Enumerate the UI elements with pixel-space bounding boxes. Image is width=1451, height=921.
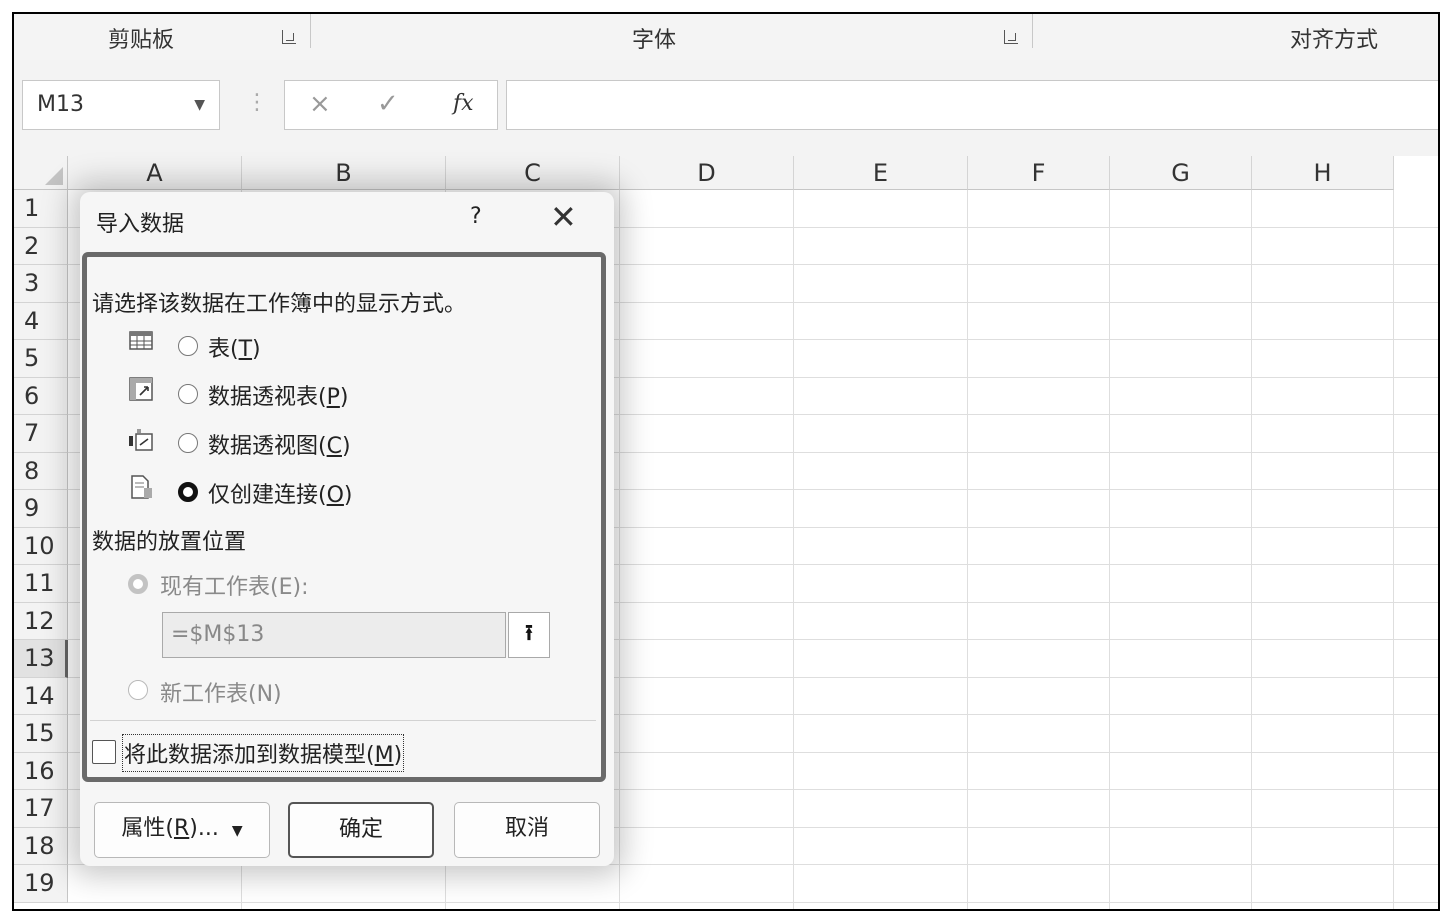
row-header-7[interactable]: 7 bbox=[14, 415, 68, 453]
row-header-12[interactable]: 12 bbox=[14, 602, 68, 640]
properties-button[interactable]: 属性(R)... ▼ bbox=[94, 802, 270, 858]
column-gridline bbox=[1251, 190, 1252, 909]
dialog-title: 导入数据 bbox=[96, 212, 185, 237]
add-to-data-model-checkbox[interactable] bbox=[92, 740, 116, 764]
column-header-b[interactable]: B bbox=[242, 156, 446, 190]
location-prompt: 数据的放置位置 bbox=[92, 530, 247, 555]
row-gridline bbox=[68, 901, 1438, 903]
row-header-16[interactable]: 16 bbox=[14, 752, 68, 790]
font-group-label: 字体 bbox=[632, 28, 677, 53]
row-header-8[interactable]: 8 bbox=[14, 452, 68, 490]
close-button[interactable]: ✕ bbox=[550, 198, 577, 236]
table-icon bbox=[129, 331, 153, 350]
column-header-c[interactable]: C bbox=[446, 156, 620, 190]
excel-window: 剪贴板 字体 对齐方式 M13 ▼ ⋮ × ✓ fx ABCDEFGH 1234… bbox=[12, 12, 1440, 911]
pivottable-icon bbox=[129, 377, 153, 401]
radio-table[interactable] bbox=[178, 336, 198, 356]
alignment-group-label: 对齐方式 bbox=[1290, 28, 1379, 53]
import-data-dialog: 导入数据 ? ✕ 请选择该数据在工作簿中的显示方式。 表(T) 数据透视表(P) bbox=[80, 192, 614, 866]
row-header-1[interactable]: 1 bbox=[14, 190, 68, 228]
name-box[interactable]: M13 ▼ bbox=[22, 80, 220, 130]
option-table-label[interactable]: 表(T) bbox=[208, 331, 261, 363]
row-header-13[interactable]: 13 bbox=[14, 640, 68, 678]
formula-bar: M13 ▼ ⋮ × ✓ fx bbox=[14, 60, 1438, 156]
row-header-18[interactable]: 18 bbox=[14, 827, 68, 865]
row-header-5[interactable]: 5 bbox=[14, 340, 68, 378]
clipboard-launcher-icon[interactable] bbox=[282, 30, 296, 44]
help-button[interactable]: ? bbox=[470, 204, 482, 229]
option-pivottable-label[interactable]: 数据透视表(P) bbox=[208, 379, 348, 411]
existing-sheet-label[interactable]: 现有工作表(E): bbox=[160, 569, 308, 601]
row-header-2[interactable]: 2 bbox=[14, 227, 68, 265]
display-prompt: 请选择该数据在工作簿中的显示方式。 bbox=[92, 292, 467, 317]
radio-existing-sheet[interactable] bbox=[128, 574, 148, 594]
row-header-3[interactable]: 3 bbox=[14, 265, 68, 303]
chevron-down-icon[interactable]: ▼ bbox=[194, 81, 205, 129]
row-header-19[interactable]: 19 bbox=[14, 865, 68, 903]
row-header-9[interactable]: 9 bbox=[14, 490, 68, 528]
column-gridline bbox=[1109, 190, 1110, 909]
column-header-d[interactable]: D bbox=[620, 156, 794, 190]
font-launcher-icon[interactable] bbox=[1004, 30, 1018, 44]
row-header-4[interactable]: 4 bbox=[14, 302, 68, 340]
new-sheet-label[interactable]: 新工作表(N) bbox=[160, 676, 282, 708]
column-gridline bbox=[967, 190, 968, 909]
formula-buttons: × ✓ fx bbox=[284, 80, 498, 130]
divider bbox=[90, 720, 596, 721]
group-divider bbox=[310, 14, 311, 48]
option-pivotchart-label[interactable]: 数据透视图(C) bbox=[208, 428, 351, 460]
column-header-e[interactable]: E bbox=[794, 156, 968, 190]
cancel-button[interactable]: 取消 bbox=[454, 802, 600, 858]
row-header-14[interactable]: 14 bbox=[14, 677, 68, 715]
chevron-down-icon[interactable]: ▼ bbox=[232, 823, 243, 839]
formula-input[interactable] bbox=[506, 80, 1438, 130]
row-header-15[interactable]: 15 bbox=[14, 715, 68, 753]
ok-button[interactable]: 确定 bbox=[288, 802, 434, 858]
row-header-10[interactable]: 10 bbox=[14, 527, 68, 565]
radio-pivotchart[interactable] bbox=[178, 433, 198, 453]
connection-icon bbox=[131, 475, 152, 499]
radio-connection-only[interactable] bbox=[178, 482, 198, 502]
column-header-h[interactable]: H bbox=[1252, 156, 1394, 190]
column-gridline bbox=[1393, 190, 1394, 909]
column-gridline bbox=[793, 190, 794, 909]
range-picker-button[interactable]: ⭱ bbox=[508, 612, 550, 658]
column-gridline bbox=[619, 190, 620, 909]
column-header-g[interactable]: G bbox=[1110, 156, 1252, 190]
row-header-11[interactable]: 11 bbox=[14, 565, 68, 603]
select-all-corner[interactable] bbox=[14, 156, 68, 190]
upload-arrow-icon: ⭱ bbox=[525, 621, 533, 646]
add-to-data-model-label[interactable]: 将此数据添加到数据模型(M) bbox=[122, 734, 405, 772]
drag-handle-icon[interactable]: ⋮ bbox=[246, 90, 268, 115]
insert-function-icon[interactable]: fx bbox=[453, 91, 474, 116]
group-divider bbox=[1032, 14, 1033, 48]
cancel-icon[interactable]: × bbox=[309, 89, 331, 119]
ribbon-group-labels: 剪贴板 字体 对齐方式 bbox=[14, 14, 1438, 60]
row-header-6[interactable]: 6 bbox=[14, 377, 68, 415]
radio-new-sheet[interactable] bbox=[128, 680, 148, 700]
pivotchart-icon bbox=[129, 429, 153, 451]
radio-pivottable[interactable] bbox=[178, 384, 198, 404]
option-connection-only-label[interactable]: 仅创建连接(O) bbox=[208, 477, 353, 509]
row-header-17[interactable]: 17 bbox=[14, 790, 68, 828]
clipboard-group-label: 剪贴板 bbox=[108, 28, 175, 53]
column-header-f[interactable]: F bbox=[968, 156, 1110, 190]
location-input[interactable]: =$M$13 bbox=[162, 612, 506, 658]
column-header-a[interactable]: A bbox=[68, 156, 242, 190]
enter-icon[interactable]: ✓ bbox=[377, 89, 399, 119]
name-box-value: M13 bbox=[37, 92, 84, 117]
